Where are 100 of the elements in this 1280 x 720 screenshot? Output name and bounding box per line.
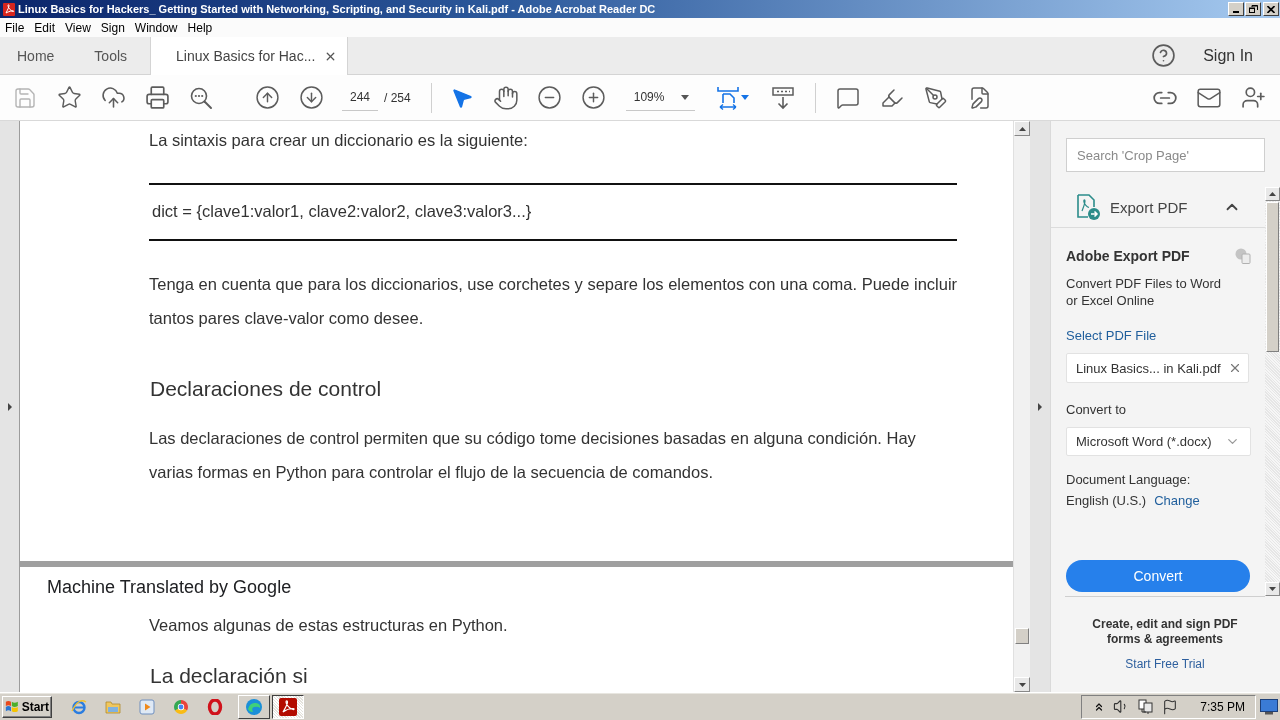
- flag-icon: [1162, 698, 1179, 715]
- search-field[interactable]: Search 'Crop Page': [1066, 138, 1265, 172]
- menu-item[interactable]: Window: [129, 19, 183, 36]
- sign-in-button[interactable]: Sign In: [1203, 46, 1253, 65]
- close-icon: [1267, 5, 1275, 13]
- select-file-link[interactable]: Select PDF File: [1066, 327, 1157, 344]
- windows-flag-icon: [5, 699, 19, 714]
- tab[interactable]: Home: [0, 37, 78, 74]
- menu-item[interactable]: Sign: [95, 19, 130, 36]
- hand-icon: [492, 84, 519, 111]
- zoom-field[interactable]: 109%: [625, 84, 695, 111]
- arrow-down-icon: [298, 85, 324, 110]
- restore-icon: [1248, 5, 1258, 13]
- field-label: Convert to: [1066, 401, 1126, 418]
- arrow-up-icon: [254, 85, 280, 110]
- page-count: / 254: [384, 90, 411, 105]
- translation-note: Machine Translated by Google: [47, 576, 292, 598]
- network-icon: [1138, 698, 1155, 715]
- triangle-right-icon: [7, 402, 12, 411]
- promo-text: Create, edit and sign PDF forms & agreements: [1091, 617, 1239, 647]
- network-button[interactable]: [1138, 698, 1155, 715]
- quick-launch-button[interactable]: [206, 697, 224, 716]
- folder-icon: [105, 699, 121, 714]
- clock: 7:35 PM: [1200, 699, 1245, 714]
- menu-item[interactable]: Edit: [29, 19, 61, 36]
- format-dropdown[interactable]: Microsoft Word (*.docx): [1066, 427, 1251, 456]
- window-title: Linux Basics for Hackers_ Getting Started with Networking, Scripting, and Security in Kali.pdf - Adobe Acrobat Reader DC: [18, 3, 657, 15]
- free-trial-link[interactable]: Start Free Trial: [1125, 657, 1205, 672]
- ring-icon: [207, 698, 223, 715]
- convert-button[interactable]: Convert: [1066, 560, 1250, 592]
- star-icon: [56, 85, 82, 110]
- triangle-right-icon: [1038, 402, 1042, 411]
- scroll-mode-icon: [770, 85, 795, 110]
- globe-e-icon: [71, 698, 87, 715]
- help-icon: [1150, 43, 1176, 68]
- close-icon: [1228, 361, 1242, 375]
- tab[interactable]: Tools: [77, 37, 151, 74]
- scroll-up-button[interactable]: [1014, 121, 1030, 136]
- triangle-down-icon: [1018, 682, 1026, 687]
- scroll-up-button[interactable]: [1265, 187, 1280, 201]
- triangle-down-icon: [1269, 587, 1276, 591]
- file-field[interactable]: Linux Basics... in Kali.pdf: [1066, 353, 1249, 383]
- body-text: La sintaxis para crear un diccionario es la siguiente:: [149, 130, 528, 150]
- export-pdf-header[interactable]: Export PDF: [1051, 187, 1265, 228]
- section-heading: La declaración si: [150, 664, 308, 688]
- scroll-thumb[interactable]: [1266, 202, 1279, 352]
- section-heading: Declaraciones de control: [150, 377, 382, 401]
- documents-icon: [1235, 248, 1251, 264]
- triangle-up-icon: [1018, 126, 1026, 131]
- paragraph-text: Tenga en cuenta que para los diccionarios, use corchetes y separe los elementos con una coma. Puede incluir tantos pares clave-valor como desee.: [149, 274, 958, 329]
- expand-pane-button[interactable]: [5, 400, 14, 413]
- page-number-field[interactable]: 244: [342, 84, 378, 111]
- caret-icon: [740, 95, 749, 100]
- body-text: Veamos algunas de estas estructuras en Python.: [149, 615, 508, 635]
- minus-icon: [537, 85, 563, 110]
- comment-icon: [835, 85, 860, 110]
- export-pdf-icon: [1076, 194, 1100, 220]
- menu-item[interactable]: Help: [182, 19, 218, 36]
- menu-item[interactable]: File: [0, 19, 30, 36]
- show-desktop-button[interactable]: [1260, 698, 1278, 715]
- minimize-button[interactable]: [1228, 2, 1244, 16]
- pdf-app-icon: [279, 697, 297, 716]
- triangle-up-icon: [1269, 192, 1276, 196]
- panel-description: Convert PDF Files to Word or Excel Online: [1066, 275, 1223, 309]
- user-plus-icon: [1240, 85, 1266, 110]
- media-player-icon: [139, 698, 155, 715]
- cloud-upload-icon: [100, 85, 126, 110]
- fit-width-icon: [716, 85, 739, 110]
- paragraph-text: Las declaraciones de control permiten que su código tome decisiones basadas en alguna condición. Hay varias formas en Python para controlar el flujo de la secuencia de comandos.: [149, 428, 916, 483]
- caret-icon: [680, 94, 689, 100]
- tab[interactable]: Linux Basics for Hac...: [150, 37, 349, 75]
- restore-button[interactable]: [1245, 2, 1261, 16]
- minimize-icon: [1233, 11, 1239, 13]
- browser-ball-icon: [173, 698, 189, 715]
- language-value: English (U.S.): [1066, 492, 1147, 509]
- section-title: Export PDF: [1110, 198, 1189, 216]
- printer-icon: [144, 85, 170, 110]
- change-link[interactable]: Change: [1154, 492, 1200, 509]
- quick-launch-button[interactable]: [70, 697, 88, 716]
- field-label: Document Language:: [1066, 471, 1191, 488]
- scroll-down-button[interactable]: [1014, 677, 1030, 692]
- scroll-thumb[interactable]: [1015, 628, 1029, 645]
- close-button[interactable]: [1263, 2, 1279, 16]
- panel-heading: Adobe Export PDF: [1066, 247, 1190, 265]
- taskbar-window-button[interactable]: [272, 694, 304, 719]
- collapse-panel-button[interactable]: [1036, 400, 1044, 413]
- plus-icon: [581, 85, 607, 110]
- save-icon: [13, 85, 37, 110]
- pen-nib-icon: [923, 85, 948, 110]
- wave-browser-icon: [245, 697, 263, 716]
- scroll-down-button[interactable]: [1265, 582, 1280, 596]
- start-button[interactable]: Start: [2, 695, 52, 718]
- zoom-search-icon: [189, 85, 213, 110]
- help-button[interactable]: [1150, 42, 1177, 69]
- action-center-button[interactable]: [1162, 698, 1179, 715]
- clear-button[interactable]: [1228, 361, 1242, 375]
- menu-item[interactable]: View: [60, 19, 96, 36]
- quick-launch-button[interactable]: [172, 697, 190, 716]
- pdf-app-icon: [3, 2, 15, 16]
- desktop-icon: [1260, 698, 1278, 715]
